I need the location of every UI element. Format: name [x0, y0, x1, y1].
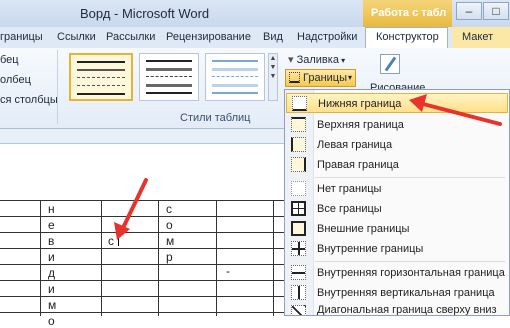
annotation-arrows [114, 94, 502, 240]
table-cell[interactable]: о [48, 314, 55, 328]
red-arrow-icon [114, 178, 148, 240]
red-arrow-icon [409, 94, 502, 126]
